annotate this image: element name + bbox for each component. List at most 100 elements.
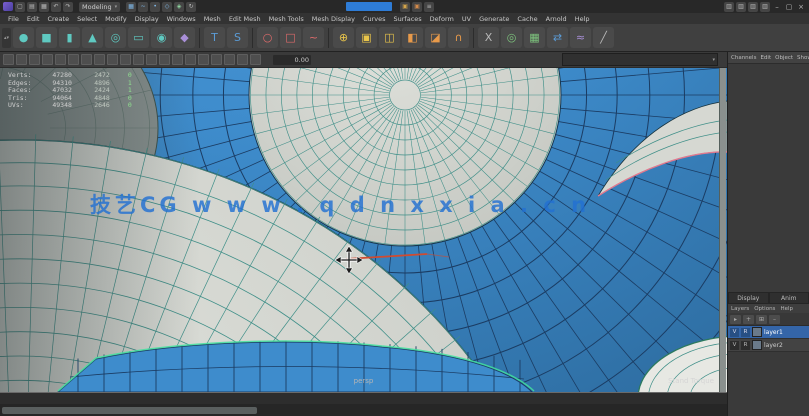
channel-box-menu-item[interactable]: Show bbox=[797, 55, 809, 61]
redo-icon[interactable]: ↷ bbox=[63, 2, 73, 12]
shelf-quad-draw-icon[interactable]: ▦ bbox=[524, 27, 545, 48]
shelf-type-tool-icon[interactable]: T bbox=[204, 27, 225, 48]
shelf-nurbs-circle-icon[interactable]: ○ bbox=[257, 27, 278, 48]
2d-pan-zoom-icon[interactable] bbox=[68, 54, 79, 65]
snap-curve-icon[interactable]: ~ bbox=[138, 2, 148, 12]
layer-editor-menu-item[interactable]: Help bbox=[780, 306, 793, 312]
viewport-value-field[interactable]: 0.00 bbox=[273, 55, 311, 65]
menu-item[interactable]: Arnold bbox=[542, 15, 571, 23]
ipr-render-icon[interactable]: ▣ bbox=[412, 2, 422, 12]
shelf-poly-plane-icon[interactable]: ▭ bbox=[128, 27, 149, 48]
layer-editor-tab[interactable]: Display bbox=[728, 292, 769, 304]
menu-item[interactable]: Curves bbox=[359, 15, 390, 23]
menu-item[interactable]: Generate bbox=[475, 15, 513, 23]
shelf-multi-cut-icon[interactable]: X bbox=[478, 27, 499, 48]
channel-box-toggle-icon[interactable]: ▥ bbox=[760, 2, 770, 12]
field-chart-icon[interactable] bbox=[146, 54, 157, 65]
layer-row[interactable]: V R layer1 bbox=[728, 326, 809, 339]
new-empty-layer-icon[interactable]: + bbox=[743, 315, 754, 324]
file-new-icon[interactable]: ▢ bbox=[15, 2, 25, 12]
shelf-poly-cone-icon[interactable]: ▲ bbox=[82, 27, 103, 48]
grease-pencil-icon[interactable] bbox=[81, 54, 92, 65]
shelf-tab-arrows-icon[interactable]: ▴▾ bbox=[2, 28, 11, 48]
shelf-platonic-solid-icon[interactable]: ◆ bbox=[174, 27, 195, 48]
hud-icon[interactable] bbox=[185, 54, 196, 65]
layer-color-swatch[interactable] bbox=[752, 327, 762, 337]
xray-icon[interactable] bbox=[211, 54, 222, 65]
shelf-target-weld-icon[interactable]: ◎ bbox=[501, 27, 522, 48]
layer-editor-menu-item[interactable]: Options bbox=[754, 306, 775, 312]
menu-item[interactable]: Mesh Display bbox=[308, 15, 359, 23]
shelf-combine-icon[interactable]: ▣ bbox=[356, 27, 377, 48]
gate-mask-icon[interactable] bbox=[133, 54, 144, 65]
safe-action-icon[interactable] bbox=[159, 54, 170, 65]
snap-grid-icon[interactable]: ▦ bbox=[126, 2, 136, 12]
shelf-poly-cube-icon[interactable]: ■ bbox=[36, 27, 57, 48]
attribute-editor-toggle-icon[interactable]: ▥ bbox=[736, 2, 746, 12]
bookmark-icon[interactable] bbox=[42, 54, 53, 65]
shelf-poly-torus-icon[interactable]: ◎ bbox=[105, 27, 126, 48]
minimize-button[interactable]: – bbox=[772, 2, 782, 12]
new-layer-from-selected-icon[interactable]: ⊞ bbox=[756, 315, 767, 324]
camera-attributes-icon[interactable] bbox=[29, 54, 40, 65]
layer-display-type-toggle[interactable]: R bbox=[741, 328, 750, 337]
menu-item[interactable]: Create bbox=[43, 15, 73, 23]
layer-visibility-toggle[interactable]: V bbox=[730, 341, 739, 350]
safe-title-icon[interactable] bbox=[172, 54, 183, 65]
menu-item[interactable]: Cache bbox=[513, 15, 541, 23]
menu-item[interactable]: Windows bbox=[163, 15, 200, 23]
menu-item[interactable]: Mesh bbox=[200, 15, 225, 23]
close-button[interactable]: × bbox=[796, 2, 806, 12]
menu-item[interactable]: Edit bbox=[23, 15, 44, 23]
menu-item[interactable]: UV bbox=[458, 15, 475, 23]
object-details-icon[interactable] bbox=[198, 54, 209, 65]
shelf-poly-cylinder-icon[interactable]: ▮ bbox=[59, 27, 80, 48]
layer-visibility-toggle[interactable]: V bbox=[730, 328, 739, 337]
shelf-mirror-icon[interactable]: ⇄ bbox=[547, 27, 568, 48]
shelf-curve-tool-icon[interactable]: ~ bbox=[303, 27, 324, 48]
menu-item[interactable]: Help bbox=[571, 15, 594, 23]
shelf-extrude-icon[interactable]: ◧ bbox=[402, 27, 423, 48]
menu-set-dropdown[interactable]: Modeling ▾ bbox=[79, 2, 120, 12]
time-slider[interactable] bbox=[0, 392, 727, 404]
shelf-bridge-icon[interactable]: ∩ bbox=[448, 27, 469, 48]
shelf-sweep-mesh-icon[interactable]: S bbox=[227, 27, 248, 48]
render-settings-icon[interactable]: ≡ bbox=[424, 2, 434, 12]
menu-item[interactable]: Mesh Tools bbox=[265, 15, 308, 23]
channel-box-menu-item[interactable]: Edit bbox=[760, 55, 771, 61]
history-icon[interactable]: ↻ bbox=[186, 2, 196, 12]
undo-icon[interactable]: ↶ bbox=[51, 2, 61, 12]
xray-joints-icon[interactable] bbox=[224, 54, 235, 65]
shelf-separate-icon[interactable]: ◫ bbox=[379, 27, 400, 48]
lock-camera-icon[interactable] bbox=[16, 54, 27, 65]
layer-mode-icon[interactable]: ▸ bbox=[730, 315, 741, 324]
snap-point-icon[interactable]: • bbox=[150, 2, 160, 12]
menu-item[interactable]: Surfaces bbox=[390, 15, 426, 23]
resolution-gate-icon[interactable] bbox=[120, 54, 131, 65]
channel-box-menu-item[interactable]: Channels bbox=[731, 55, 756, 61]
menu-item[interactable]: File bbox=[4, 15, 23, 23]
maximize-button[interactable]: ▢ bbox=[784, 2, 794, 12]
grid-icon[interactable] bbox=[94, 54, 105, 65]
workspace-icon[interactable]: ▥ bbox=[724, 2, 734, 12]
shelf-crease-icon[interactable]: ╱ bbox=[593, 27, 614, 48]
render-icon[interactable]: ▣ bbox=[400, 2, 410, 12]
file-open-icon[interactable]: ▤ bbox=[27, 2, 37, 12]
renderer-dropdown[interactable]: ▾ bbox=[562, 53, 718, 66]
viewport-3d-scene[interactable] bbox=[0, 68, 727, 392]
menu-item[interactable]: Modify bbox=[101, 15, 131, 23]
image-plane-icon[interactable] bbox=[55, 54, 66, 65]
menu-item[interactable]: Display bbox=[131, 15, 163, 23]
layer-row[interactable]: V R layer2 bbox=[728, 339, 809, 352]
shelf-poly-sphere-icon[interactable]: ● bbox=[13, 27, 34, 48]
layer-editor-tab[interactable]: Anim bbox=[769, 292, 809, 304]
viewport-scrollbar[interactable] bbox=[719, 68, 726, 392]
tool-settings-toggle-icon[interactable]: ▥ bbox=[748, 2, 758, 12]
file-save-icon[interactable]: ▦ bbox=[39, 2, 49, 12]
delete-layer-icon[interactable]: – bbox=[769, 315, 780, 324]
layer-editor-menu-item[interactable]: Layers bbox=[731, 306, 749, 312]
shelf-bevel-icon[interactable]: ◪ bbox=[425, 27, 446, 48]
layer-display-type-toggle[interactable]: R bbox=[741, 341, 750, 350]
range-slider[interactable] bbox=[2, 407, 257, 414]
menu-item[interactable]: Edit Mesh bbox=[225, 15, 265, 23]
